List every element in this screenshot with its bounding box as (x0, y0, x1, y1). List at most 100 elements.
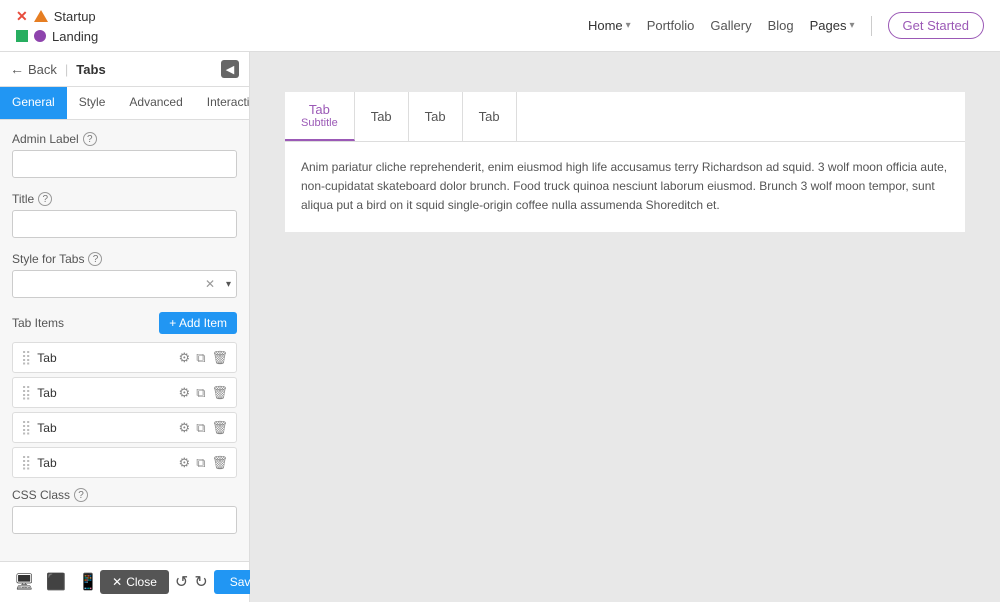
footer-device-switcher: 🖥 ⬛ 📱 (12, 570, 100, 594)
css-class-input[interactable] (12, 506, 237, 534)
drag-handle-icon[interactable]: ⣿ (21, 454, 31, 471)
admin-label-input[interactable] (12, 150, 237, 178)
back-button[interactable]: ← Back (10, 61, 57, 77)
mobile-view-button[interactable]: 📱 (76, 570, 100, 594)
title-label: Title ? (12, 192, 237, 206)
nav-links: Home ▾ Portfolio Gallery Blog Pages ▾ Ge… (588, 12, 984, 39)
title-help-icon[interactable]: ? (38, 192, 52, 206)
tab-item-row: ⣿ Tab ⚙ ⧉ 🗑 (12, 412, 237, 443)
style-for-tabs-label: Style for Tabs ? (12, 252, 237, 266)
tab-item-duplicate-icon[interactable]: ⧉ (196, 385, 205, 401)
tab-general[interactable]: General (0, 87, 67, 119)
tab-item-trash-icon[interactable]: 🗑 (211, 420, 228, 436)
logo-square-icon (16, 30, 28, 42)
tab-item-row: ⣿ Tab ⚙ ⧉ 🗑 (12, 447, 237, 478)
tab-item-actions: ⚙ ⧉ 🗑 (179, 385, 228, 401)
tab-item-actions: ⚙ ⧉ 🗑 (179, 455, 228, 471)
landing-label: Landing (52, 29, 98, 44)
tab-item-gear-icon[interactable]: ⚙ (179, 420, 191, 436)
nav-home-label: Home (588, 18, 623, 33)
panel-content: Admin Label ? Title ? Style for Tabs ? (0, 120, 249, 561)
css-class-group: CSS Class ? (12, 488, 237, 534)
main-layout: ← Back | Tabs ◀ General Style Advanced I… (0, 52, 1000, 602)
tab-item-row: ⣿ Tab ⚙ ⧉ 🗑 (12, 342, 237, 373)
panel-title: Tabs (76, 62, 105, 77)
title-group: Title ? (12, 192, 237, 238)
panel-footer: 🖥 ⬛ 📱 ✕ Close ↺ ↻ Save (0, 561, 249, 602)
widget-tabs: Tab Subtitle Tab Tab Tab Anim pariatur c… (285, 92, 965, 232)
widget-tab-subtitle-0: Subtitle (301, 117, 338, 129)
style-for-tabs-help-icon[interactable]: ? (88, 252, 102, 266)
footer-actions: ✕ Close ↺ ↻ Save (100, 570, 273, 594)
widget-tab-1[interactable]: Tab (355, 92, 409, 141)
css-class-label: CSS Class ? (12, 488, 237, 502)
nav-blog[interactable]: Blog (768, 18, 794, 33)
tab-item-trash-icon[interactable]: 🗑 (211, 350, 228, 366)
nav-home-arrow: ▾ (626, 20, 631, 31)
logo-triangle-icon (34, 10, 48, 22)
logo-circle-icon (34, 30, 46, 42)
widget-tab-3[interactable]: Tab (463, 92, 517, 141)
drag-handle-icon[interactable]: ⣿ (21, 384, 31, 401)
panel-tabs-bar: General Style Advanced Interaction (0, 87, 249, 120)
css-class-help-icon[interactable]: ? (74, 488, 88, 502)
add-item-button[interactable]: + Add Item (159, 312, 237, 334)
logo-row-bottom: Landing (16, 29, 98, 44)
canvas-area: Tab Subtitle Tab Tab Tab Anim pariatur c… (250, 52, 1000, 602)
logo-icons: ✕ Startup Landing (16, 8, 98, 44)
logo-area: ✕ Startup Landing (16, 8, 106, 44)
style-for-tabs-select-wrapper: Default ✕ ▾ (12, 270, 237, 298)
canvas-content: Tab Subtitle Tab Tab Tab Anim pariatur c… (285, 92, 965, 232)
nav-portfolio[interactable]: Portfolio (647, 18, 695, 33)
tab-advanced[interactable]: Advanced (117, 87, 194, 119)
back-arrow-icon: ← (10, 61, 24, 77)
nav-home[interactable]: Home ▾ (588, 18, 631, 33)
tab-item-gear-icon[interactable]: ⚙ (179, 385, 191, 401)
admin-label-label: Admin Label ? (12, 132, 237, 146)
tab-item-duplicate-icon[interactable]: ⧉ (196, 420, 205, 436)
tab-style[interactable]: Style (67, 87, 118, 119)
top-navbar: ✕ Startup Landing Home ▾ Portfolio Galle… (0, 0, 1000, 52)
logo-row-top: ✕ Startup (16, 8, 98, 25)
undo-button[interactable]: ↺ (175, 572, 188, 592)
redo-button[interactable]: ↻ (194, 572, 207, 592)
left-panel: ← Back | Tabs ◀ General Style Advanced I… (0, 52, 250, 602)
get-started-button[interactable]: Get Started (888, 12, 984, 39)
widget-tab-content: Anim pariatur cliche reprehenderit, enim… (285, 142, 965, 232)
tab-item-gear-icon[interactable]: ⚙ (179, 350, 191, 366)
tab-item-name: Tab (37, 386, 172, 400)
style-for-tabs-input[interactable]: Default (12, 270, 237, 298)
drag-handle-icon[interactable]: ⣿ (21, 419, 31, 436)
widget-tab-0[interactable]: Tab Subtitle (285, 92, 355, 141)
nav-gallery[interactable]: Gallery (710, 18, 751, 33)
tab-item-row: ⣿ Tab ⚙ ⧉ 🗑 (12, 377, 237, 408)
tab-item-name: Tab (37, 421, 172, 435)
widget-tab-headers: Tab Subtitle Tab Tab Tab (285, 92, 965, 142)
tab-item-duplicate-icon[interactable]: ⧉ (196, 350, 205, 366)
tab-item-name: Tab (37, 351, 172, 365)
tab-item-duplicate-icon[interactable]: ⧉ (196, 455, 205, 471)
style-for-tabs-group: Style for Tabs ? Default ✕ ▾ (12, 252, 237, 298)
tablet-view-button[interactable]: ⬛ (44, 570, 68, 594)
nav-pages-arrow: ▾ (849, 20, 854, 31)
close-button[interactable]: ✕ Close (100, 570, 169, 594)
tab-item-trash-icon[interactable]: 🗑 (211, 455, 228, 471)
style-for-tabs-clear-icon[interactable]: ✕ (205, 277, 215, 291)
title-input[interactable] (12, 210, 237, 238)
tab-item-gear-icon[interactable]: ⚙ (179, 455, 191, 471)
desktop-view-button[interactable]: 🖥 (12, 570, 36, 594)
tab-item-actions: ⚙ ⧉ 🗑 (179, 350, 228, 366)
startup-label: Startup (54, 9, 96, 24)
admin-label-help-icon[interactable]: ? (83, 132, 97, 146)
nav-pages-label: Pages (810, 18, 847, 33)
panel-header: ← Back | Tabs ◀ (0, 52, 249, 87)
tab-item-trash-icon[interactable]: 🗑 (211, 385, 228, 401)
admin-label-group: Admin Label ? (12, 132, 237, 178)
widget-tab-2[interactable]: Tab (409, 92, 463, 141)
nav-divider (871, 16, 872, 36)
close-x-icon: ✕ (112, 575, 122, 589)
drag-handle-icon[interactable]: ⣿ (21, 349, 31, 366)
nav-pages[interactable]: Pages ▾ (810, 18, 855, 33)
panel-collapse-button[interactable]: ◀ (221, 60, 239, 78)
tab-items-list: ⣿ Tab ⚙ ⧉ 🗑 ⣿ Tab ⚙ ⧉ 🗑 (12, 342, 237, 478)
